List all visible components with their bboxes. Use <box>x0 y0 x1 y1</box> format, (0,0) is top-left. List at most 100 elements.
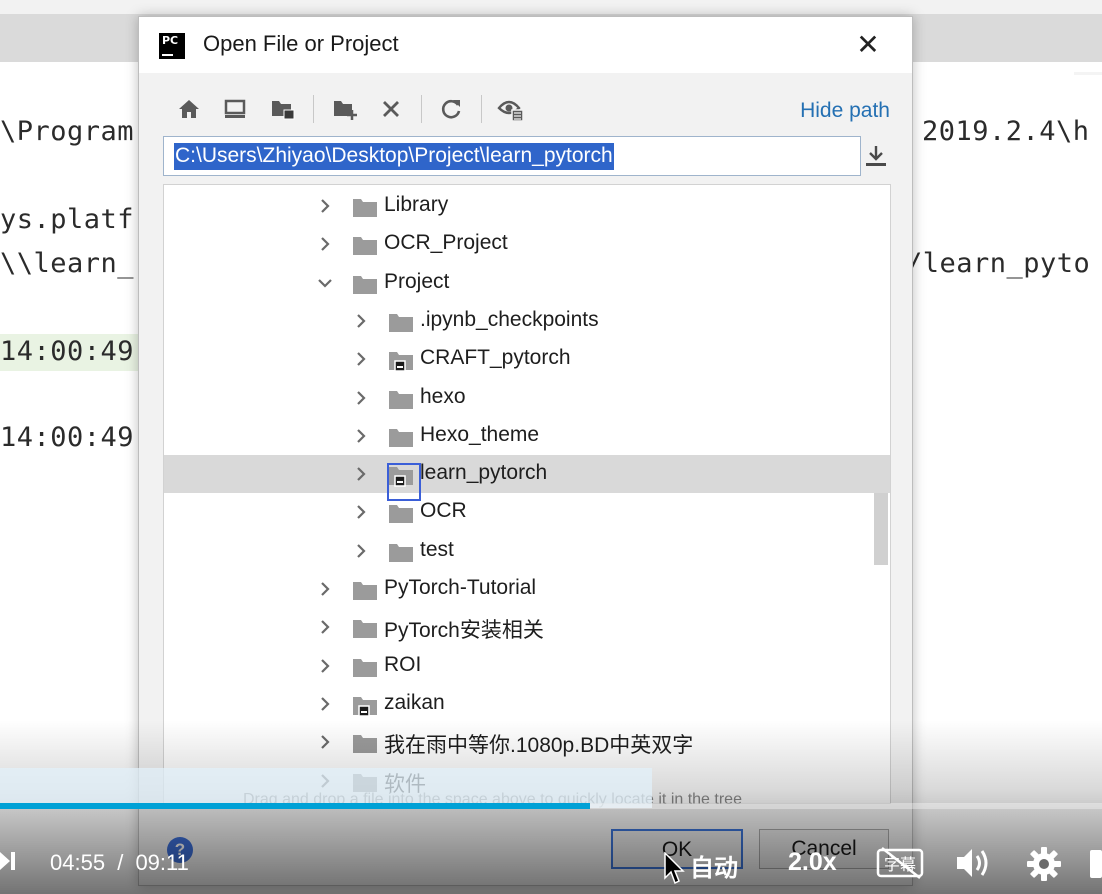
chevron-right-icon[interactable] <box>316 733 334 751</box>
chevron-right-icon[interactable] <box>352 427 370 445</box>
tree-item-label: PyTorch安装相关 <box>384 619 544 643</box>
tree-item-label: ROI <box>384 652 422 676</box>
background-log-timestamp: 14:00:49 <box>0 334 140 371</box>
download-icon[interactable] <box>861 139 891 173</box>
file-tree[interactable]: Library OCR_Project Project .ipynb_checkpoi… <box>163 184 891 804</box>
chevron-right-icon[interactable] <box>316 695 334 713</box>
playback-time: 04:55 / 09:11 <box>50 850 189 876</box>
background-code-line: 2019.2.4\h <box>922 116 1090 147</box>
background-header-mark <box>1074 72 1102 75</box>
tree-row[interactable]: .ipynb_checkpoints <box>164 302 890 340</box>
show-hidden-icon[interactable] <box>497 95 525 123</box>
path-input-text: C:\Users\Zhiyao\Desktop\Project\learn_py… <box>174 143 614 170</box>
tree-row[interactable]: PyTorch安装相关 <box>164 608 890 646</box>
tree-row[interactable]: Project <box>164 264 890 302</box>
folder-icon <box>388 312 414 332</box>
folder-icon <box>388 503 414 524</box>
tree-item-label: PyTorch-Tutorial <box>384 576 537 599</box>
mouse-cursor-icon <box>664 851 686 886</box>
chevron-right-icon[interactable] <box>316 197 334 215</box>
tree-row[interactable]: ROI <box>164 647 890 685</box>
quality-button[interactable]: 自动 <box>690 848 738 883</box>
folder-icon <box>352 580 378 600</box>
open-file-dialog: PC Open File or Project ✕ Hide path C:\U… <box>138 16 913 886</box>
folder-icon <box>352 274 378 294</box>
folder-icon <box>352 197 378 217</box>
tree-row[interactable]: learn_pytorch <box>164 455 890 494</box>
toolbar-separator <box>481 95 482 123</box>
folder-icon <box>388 427 414 447</box>
path-input[interactable]: C:\Users\Zhiyao\Desktop\Project\learn_py… <box>163 136 861 176</box>
chevron-right-icon[interactable] <box>352 350 370 368</box>
focus-indicator <box>387 463 421 501</box>
tree-item-label: OCR <box>420 499 467 523</box>
tree-item-label: zaikan <box>384 690 445 714</box>
dialog-title: Open File or Project <box>203 31 399 56</box>
chevron-right-icon[interactable] <box>352 389 370 407</box>
tree-row[interactable]: test <box>164 532 890 570</box>
hide-path-link[interactable]: Hide path <box>800 99 890 123</box>
tree-item-label: CRAFT_pytorch <box>420 346 571 370</box>
tree-row[interactable]: zaikan <box>164 685 890 723</box>
chevron-right-icon[interactable] <box>352 465 370 483</box>
subtitle-icon[interactable]: 字幕 <box>876 846 924 880</box>
pycharm-app-icon: PC <box>159 33 185 59</box>
chevron-right-icon[interactable] <box>352 312 370 330</box>
folder-icon <box>388 542 414 562</box>
background-top-strip <box>0 0 1102 14</box>
progress-fill[interactable] <box>0 803 590 809</box>
chevron-down-icon[interactable] <box>316 274 334 292</box>
folder-icon <box>352 618 378 639</box>
delete-icon[interactable] <box>377 95 405 123</box>
toolbar-separator <box>313 95 314 123</box>
folder-icon <box>352 235 378 256</box>
project-folder-icon <box>352 695 378 717</box>
chevron-right-icon[interactable] <box>316 580 334 598</box>
settings-gear-icon[interactable] <box>1026 846 1062 882</box>
tree-item-label: Project <box>384 269 450 293</box>
tree-item-label: Hexo_theme <box>420 422 540 446</box>
background-code-line: /learn_pyto <box>906 248 1091 279</box>
home-icon[interactable] <box>175 95 203 123</box>
tree-item-label: Library <box>384 193 449 216</box>
volume-icon[interactable] <box>955 846 991 880</box>
desktop-icon[interactable] <box>221 95 249 123</box>
background-code-line: \Program <box>0 116 135 147</box>
player-controls: 04:55 / 09:11 自动 2.0x 字幕 <box>0 820 1102 894</box>
folder-icon <box>352 733 378 754</box>
tree-row[interactable]: hexo <box>164 379 890 417</box>
chevron-right-icon[interactable] <box>352 542 370 560</box>
close-button[interactable]: ✕ <box>853 31 883 61</box>
tree-row[interactable]: Hexo_theme <box>164 417 890 455</box>
tree-item-label: OCR_Project <box>384 231 508 255</box>
refresh-icon[interactable] <box>437 95 465 123</box>
tree-row[interactable]: 我在雨中等你.1080p.BD中英双字 <box>164 723 890 761</box>
total-time: 09:11 <box>135 850 189 875</box>
tree-row[interactable]: OCR <box>164 493 890 531</box>
tree-row[interactable]: OCR_Project <box>164 225 890 263</box>
tree-row[interactable]: CRAFT_pytorch <box>164 340 890 378</box>
tree-item-label: .ipynb_checkpoints <box>420 307 599 331</box>
chevron-right-icon[interactable] <box>316 657 334 675</box>
tree-item-label: 我在雨中等你.1080p.BD中英双字 <box>384 734 694 758</box>
chevron-right-icon[interactable] <box>316 235 334 253</box>
background-log-timestamp: 14:00:49 <box>0 422 135 453</box>
play-icon[interactable] <box>0 850 16 872</box>
background-code-line: ys.platf <box>0 204 135 235</box>
current-time: 04:55 <box>50 850 106 875</box>
progress-buffered <box>0 768 653 808</box>
new-folder-icon[interactable] <box>331 95 359 123</box>
dialog-titlebar: PC Open File or Project ✕ <box>139 17 912 73</box>
project-icon[interactable] <box>269 95 297 123</box>
tree-row[interactable]: PyTorch-Tutorial <box>164 570 890 608</box>
project-folder-icon <box>388 350 414 372</box>
more-button[interactable] <box>1090 850 1102 878</box>
tree-row[interactable]: Library <box>164 187 890 225</box>
chevron-right-icon[interactable] <box>316 618 334 636</box>
speed-button[interactable]: 2.0x <box>788 848 837 877</box>
chevron-right-icon[interactable] <box>352 503 370 521</box>
dialog-toolbar: Hide path <box>139 89 912 129</box>
tree-item-label: hexo <box>420 384 466 408</box>
tree-item-label: learn_pytorch <box>420 461 548 485</box>
folder-icon <box>352 657 378 677</box>
